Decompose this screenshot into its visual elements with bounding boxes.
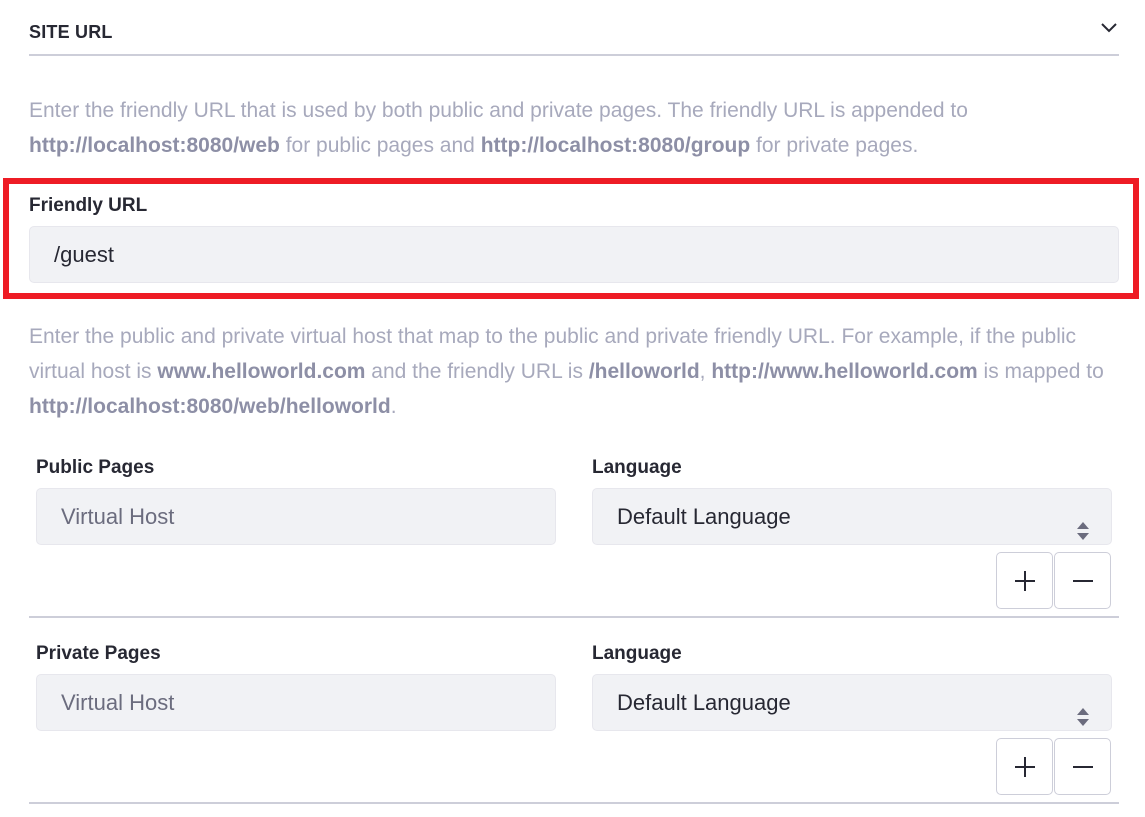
- public-base-url: http://localhost:8080/web: [29, 134, 280, 157]
- public-pages-label: Public Pages: [36, 457, 155, 478]
- minus-icon: [1073, 766, 1093, 768]
- private-language-label: Language: [592, 643, 682, 664]
- public-remove-button[interactable]: [1054, 552, 1111, 609]
- private-virtual-host-input[interactable]: Virtual Host: [36, 674, 556, 731]
- virtual-host-description: Enter the public and private virtual hos…: [29, 325, 1104, 418]
- private-base-url: http://localhost:8080/group: [480, 134, 751, 157]
- plus-icon: [1015, 571, 1035, 591]
- select-caret-icon: [1076, 693, 1090, 726]
- public-add-button[interactable]: [996, 552, 1053, 609]
- divider: [29, 802, 1119, 804]
- public-language-select[interactable]: Default Language: [592, 488, 1112, 545]
- private-language-value: Default Language: [617, 690, 791, 715]
- chevron-down-icon[interactable]: [1099, 18, 1119, 38]
- private-pages-label: Private Pages: [36, 643, 161, 664]
- site-url-section-header[interactable]: SITE URL: [29, 0, 1119, 56]
- private-remove-button[interactable]: [1054, 738, 1111, 795]
- friendly-url-input[interactable]: /guest: [29, 226, 1119, 283]
- friendly-url-label: Friendly URL: [29, 195, 148, 216]
- select-caret-icon: [1076, 507, 1090, 540]
- plus-icon: [1015, 757, 1035, 777]
- public-virtual-host-input[interactable]: Virtual Host: [36, 488, 556, 545]
- section-title: SITE URL: [29, 22, 113, 42]
- friendly-url-description: Enter the friendly URL that is used by b…: [29, 99, 968, 157]
- public-language-value: Default Language: [617, 504, 791, 529]
- private-add-button[interactable]: [996, 738, 1053, 795]
- divider: [29, 616, 1119, 618]
- private-language-select[interactable]: Default Language: [592, 674, 1112, 731]
- public-language-label: Language: [592, 457, 682, 478]
- minus-icon: [1073, 580, 1093, 582]
